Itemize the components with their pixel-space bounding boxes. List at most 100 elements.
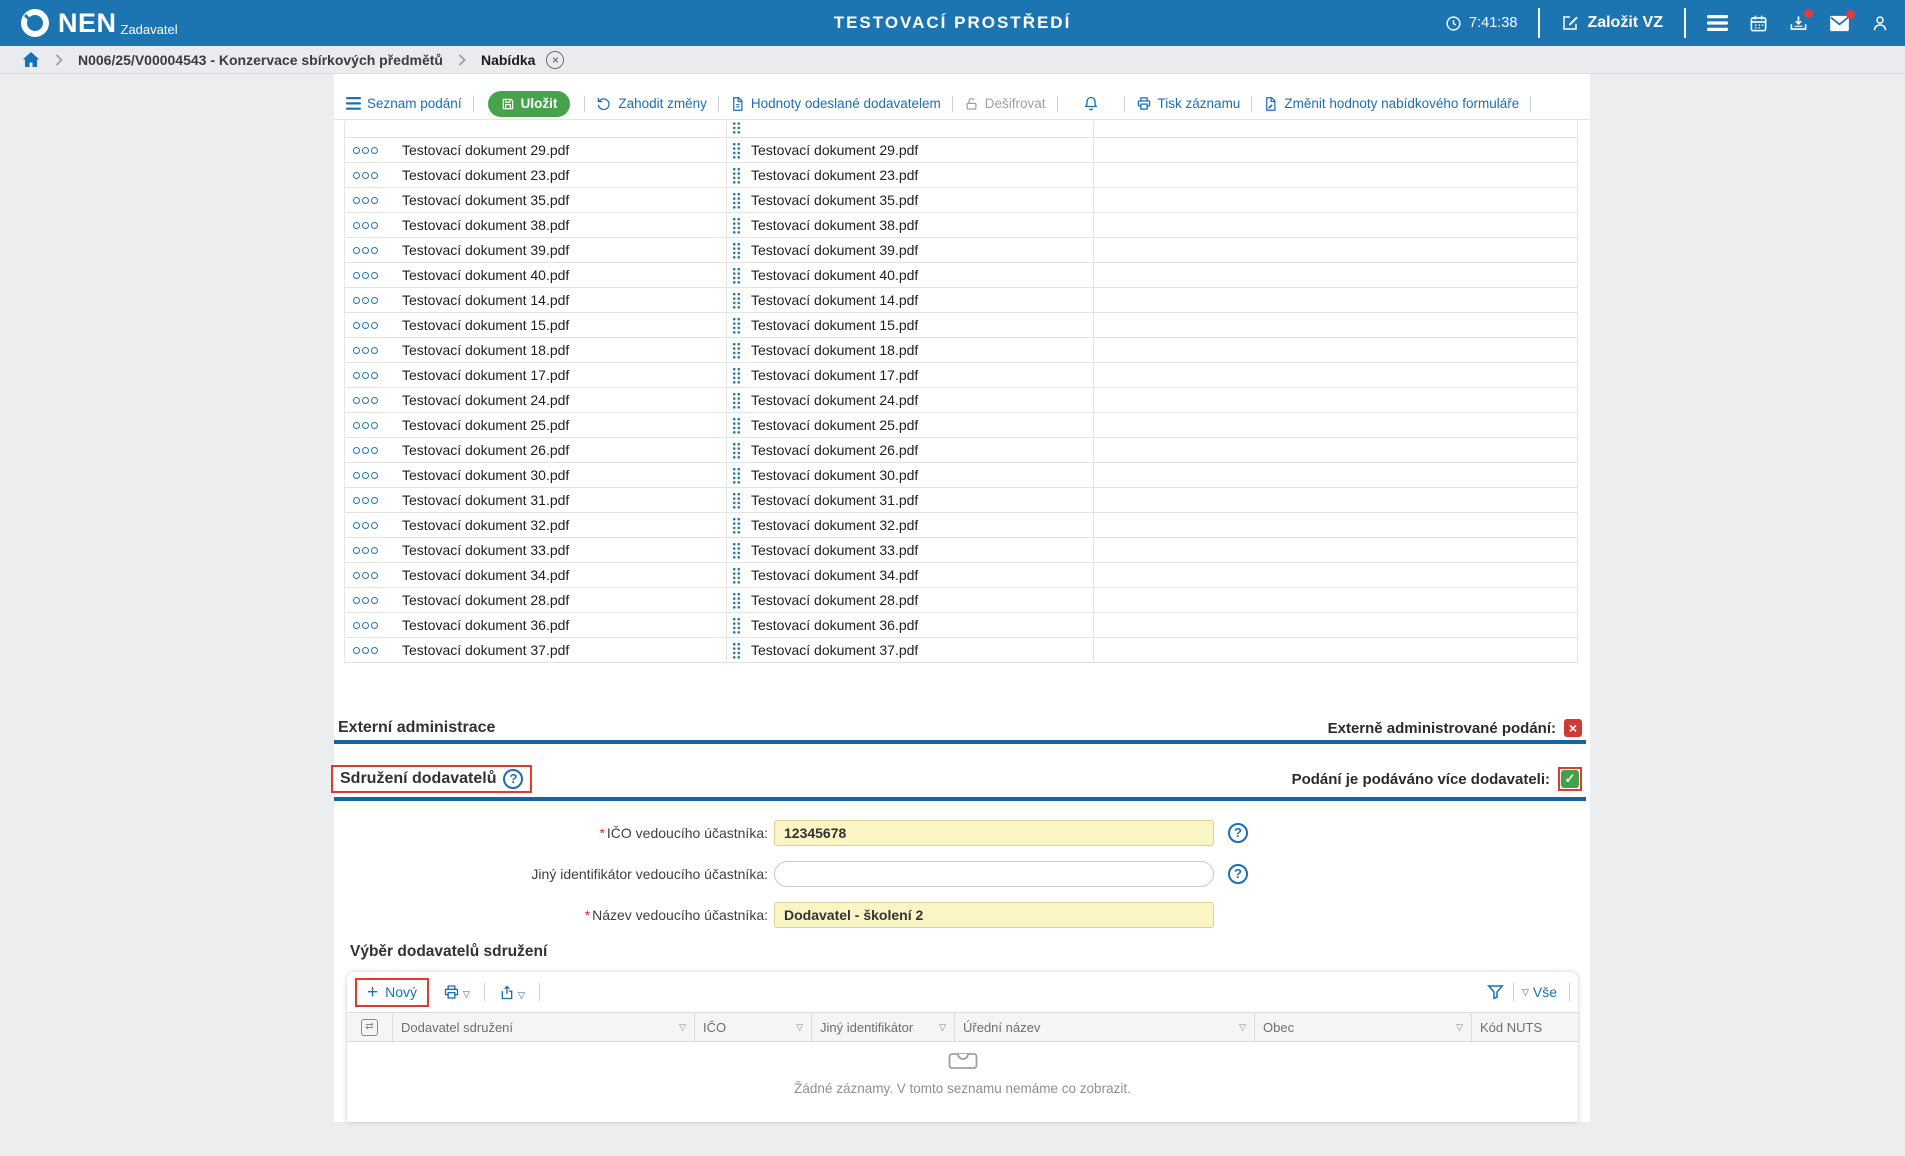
messages-button[interactable] <box>1829 15 1850 32</box>
table-row[interactable]: Testovací dokument 15.pdf Testovací doku… <box>345 313 1577 338</box>
table-row[interactable]: Testovací dokument 36.pdf Testovací doku… <box>345 613 1577 638</box>
row-options-icon[interactable] <box>353 622 378 629</box>
column-header-uredni-nazev[interactable]: Úřední název ▽ <box>954 1013 1254 1041</box>
leader-name-field[interactable] <box>774 902 1214 928</box>
row-options-icon[interactable] <box>353 397 378 404</box>
row-options-icon[interactable] <box>353 297 378 304</box>
drag-handle-icon[interactable] <box>732 292 741 309</box>
column-header-kod-nuts[interactable]: Kód NUTS <box>1471 1013 1578 1041</box>
supplier-values-button[interactable]: Hodnoty odeslané dodavatelem <box>730 96 941 112</box>
filter-button[interactable] <box>1486 983 1505 1001</box>
print-record-button[interactable]: Tisk záznamu <box>1136 96 1241 111</box>
row-options-icon[interactable] <box>353 647 378 654</box>
help-icon[interactable]: ? <box>1228 864 1248 884</box>
column-settings-button[interactable]: ⇄ <box>347 1013 392 1041</box>
drag-handle-icon[interactable] <box>732 242 741 259</box>
row-options-icon[interactable] <box>353 447 378 454</box>
export-button[interactable]: ▽ <box>499 984 525 1001</box>
column-filter-icon[interactable]: ▽ <box>679 1022 686 1033</box>
change-form-values-button[interactable]: Změnit hodnoty nabídkového formuláře <box>1263 96 1519 112</box>
drag-handle-icon[interactable] <box>732 267 741 284</box>
row-options-icon[interactable] <box>353 147 378 154</box>
row-options-icon[interactable] <box>353 272 378 279</box>
column-filter-icon[interactable]: ▽ <box>1456 1022 1463 1033</box>
drag-handle-icon[interactable] <box>732 417 741 434</box>
drag-handle-icon[interactable] <box>732 217 741 234</box>
row-options-icon[interactable] <box>353 547 378 554</box>
table-row[interactable]: Testovací dokument 35.pdf Testovací doku… <box>345 188 1577 213</box>
table-row[interactable]: Testovací dokument 34.pdf Testovací doku… <box>345 563 1577 588</box>
table-row[interactable]: Testovací dokument 23.pdf Testovací doku… <box>345 163 1577 188</box>
drag-handle-icon[interactable] <box>732 367 741 384</box>
nen-logo[interactable]: NEN Zadavatel <box>18 6 178 40</box>
drag-handle-icon[interactable] <box>732 617 741 634</box>
save-button[interactable]: Uložit <box>488 91 571 117</box>
drag-handle-icon[interactable] <box>732 392 741 409</box>
close-tab-icon[interactable]: × <box>546 51 564 69</box>
help-icon[interactable]: ? <box>503 769 523 789</box>
drag-handle-icon[interactable] <box>732 467 741 484</box>
table-row[interactable]: Testovací dokument 38.pdf Testovací doku… <box>345 213 1577 238</box>
table-row[interactable]: Testovací dokument 33.pdf Testovací doku… <box>345 538 1577 563</box>
row-options-icon[interactable] <box>353 497 378 504</box>
column-header-jiny-identifikator[interactable]: Jiný identifikátor ▽ <box>811 1013 954 1041</box>
leader-ico-field[interactable] <box>774 820 1214 846</box>
external-admin-checkbox-unchecked[interactable]: × <box>1564 719 1582 737</box>
table-row[interactable]: Testovací dokument 32.pdf Testovací doku… <box>345 513 1577 538</box>
row-options-icon[interactable] <box>353 572 378 579</box>
drag-handle-icon[interactable] <box>732 517 741 534</box>
print-list-button[interactable]: ▽ <box>443 984 470 1000</box>
drag-handle-icon[interactable] <box>732 317 741 334</box>
row-options-icon[interactable] <box>353 422 378 429</box>
row-options-icon[interactable] <box>353 247 378 254</box>
column-header-dodavatel[interactable]: Dodavatel sdružení ▽ <box>392 1013 694 1041</box>
discard-changes-button[interactable]: Zahodit změny <box>596 96 707 111</box>
table-row[interactable]: Testovací dokument 17.pdf Testovací doku… <box>345 363 1577 388</box>
decrypt-button[interactable]: Dešifrovat <box>964 96 1046 112</box>
row-options-icon[interactable] <box>353 597 378 604</box>
breadcrumb-procurement-link[interactable]: N006/25/V00004543 - Konzervace sbírkovýc… <box>78 52 443 68</box>
table-row[interactable]: Testovací dokument 18.pdf Testovací doku… <box>345 338 1577 363</box>
drag-handle-icon[interactable] <box>732 442 741 459</box>
drag-handle-icon[interactable] <box>732 121 741 134</box>
column-header-obec[interactable]: Obec ▽ <box>1254 1013 1471 1041</box>
breadcrumb-current-tab[interactable]: Nabídka <box>481 52 535 68</box>
column-filter-icon[interactable]: ▽ <box>939 1022 946 1033</box>
leader-other-id-field[interactable] <box>774 861 1214 887</box>
table-row[interactable]: Testovací dokument 28.pdf Testovací doku… <box>345 588 1577 613</box>
table-row[interactable]: Testovací dokument 26.pdf Testovací doku… <box>345 438 1577 463</box>
drag-handle-icon[interactable] <box>732 542 741 559</box>
row-options-icon[interactable] <box>353 222 378 229</box>
table-row[interactable]: Testovací dokument 24.pdf Testovací doku… <box>345 388 1577 413</box>
drag-handle-icon[interactable] <box>732 492 741 509</box>
table-row[interactable]: Testovací dokument 40.pdf Testovací doku… <box>345 263 1577 288</box>
drag-handle-icon[interactable] <box>732 142 741 159</box>
column-header-ico[interactable]: IČO ▽ <box>694 1013 811 1041</box>
row-options-icon[interactable] <box>353 522 378 529</box>
column-filter-icon[interactable]: ▽ <box>1239 1022 1246 1033</box>
drag-handle-icon[interactable] <box>732 642 741 659</box>
menu-button[interactable] <box>1707 14 1728 32</box>
calendar-button[interactable] <box>1749 14 1768 33</box>
table-row[interactable]: Testovací dokument 31.pdf Testovací doku… <box>345 488 1577 513</box>
user-profile-button[interactable] <box>1871 14 1889 33</box>
drag-handle-icon[interactable] <box>732 592 741 609</box>
create-vz-button[interactable]: Založit VZ <box>1561 14 1663 32</box>
drag-handle-icon[interactable] <box>732 167 741 184</box>
table-row[interactable]: Testovací dokument 30.pdf Testovací doku… <box>345 463 1577 488</box>
submission-list-button[interactable]: Seznam podání <box>346 96 462 111</box>
drag-handle-icon[interactable] <box>732 192 741 209</box>
table-row[interactable]: Testovací dokument 25.pdf Testovací doku… <box>345 413 1577 438</box>
table-row[interactable]: Testovací dokument 39.pdf Testovací doku… <box>345 238 1577 263</box>
drag-handle-icon[interactable] <box>732 567 741 584</box>
row-options-icon[interactable] <box>353 322 378 329</box>
help-icon[interactable]: ? <box>1228 823 1248 843</box>
home-icon[interactable] <box>22 51 40 68</box>
table-row[interactable]: Testovací dokument 37.pdf Testovací doku… <box>345 638 1577 663</box>
table-row[interactable]: Testovací dokument 14.pdf Testovací doku… <box>345 288 1577 313</box>
row-options-icon[interactable] <box>353 172 378 179</box>
row-options-icon[interactable] <box>353 197 378 204</box>
column-filter-icon[interactable]: ▽ <box>796 1022 803 1033</box>
row-options-icon[interactable] <box>353 347 378 354</box>
table-row-clipped[interactable] <box>345 121 1577 138</box>
